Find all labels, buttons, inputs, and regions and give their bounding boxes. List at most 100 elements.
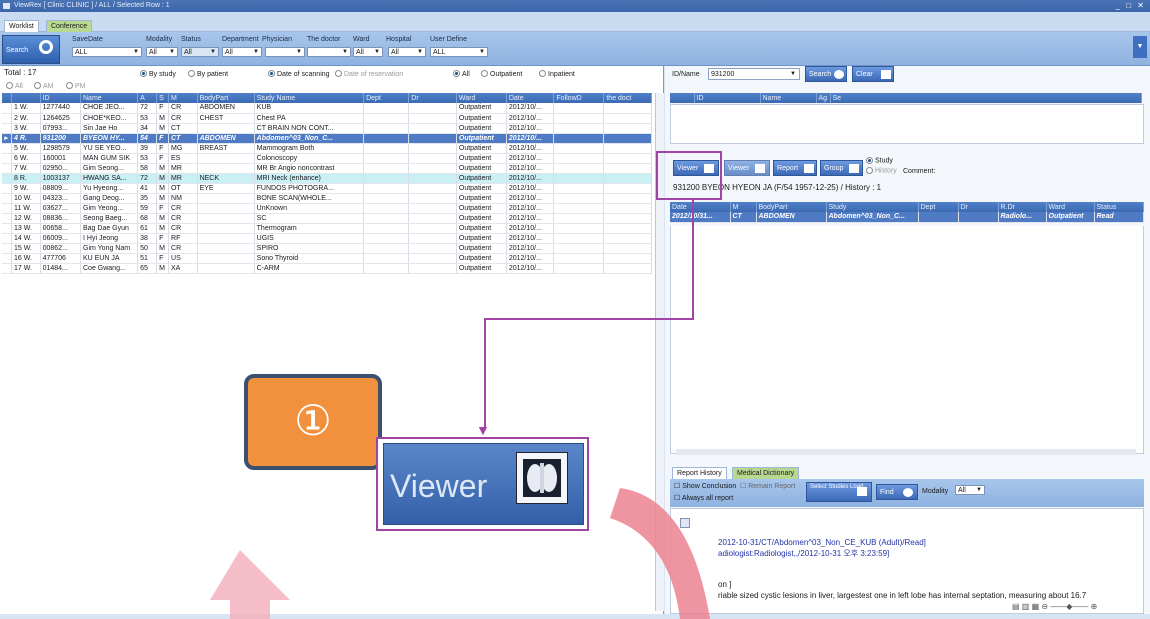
study-option[interactable]: Study bbox=[866, 157, 893, 164]
table-row[interactable]: 13 W. 00658... Bag Dae Gyun 61 M CR Thermogram… bbox=[2, 223, 652, 234]
table-row[interactable]: 11 W. 03627... Gim Yeong... 59 F CR UnKnown Out… bbox=[2, 203, 652, 214]
hospital-select[interactable]: All ▼ bbox=[388, 47, 426, 57]
by-patient-option[interactable]: By patient bbox=[188, 69, 228, 78]
history-column-header[interactable]: Status bbox=[1094, 202, 1144, 212]
modality-select[interactable]: All ▼ bbox=[146, 47, 178, 57]
table-row[interactable]: 14 W. 06009... I Hyi Jeong 38 F RF UGIS Outpati… bbox=[2, 233, 652, 244]
table-row[interactable]: 6 W. 160001 MAN GUM SIK 53 F ES Colonoscopy Out… bbox=[2, 153, 652, 164]
history-column-header[interactable]: Study bbox=[826, 202, 919, 212]
worklist-column-header[interactable]: S bbox=[156, 93, 170, 103]
tab-strip: Worklist Conference bbox=[0, 12, 1150, 32]
table-row[interactable]: 12 W. 08836... Seong Baeg... 68 M CR SC Outpati… bbox=[2, 213, 652, 224]
worklist-column-header[interactable]: Study Name bbox=[254, 93, 365, 103]
remain-report-option[interactable]: ☐ Remain Report bbox=[740, 482, 795, 490]
table-cell: ABDOMEN bbox=[197, 133, 255, 144]
worklist-column-header[interactable]: ID bbox=[40, 93, 82, 103]
group-button[interactable]: Group bbox=[820, 160, 863, 176]
worklist-column-header[interactable]: the doct bbox=[603, 93, 652, 103]
report-line-2: adiologist:Radiologist,,/2012-10-31 오후 3… bbox=[718, 549, 890, 558]
table-row[interactable]: 5 W. 1298579 YU SE YEO... 39 F MG BREAST Mammog… bbox=[2, 143, 652, 154]
table-row[interactable]: 8 R. 1003137 HWANG SA... 72 M MR NECK MRI Neck … bbox=[2, 173, 652, 184]
history-column-header[interactable]: Date bbox=[670, 202, 731, 212]
window-controls[interactable]: _ □ ✕ bbox=[1116, 0, 1146, 12]
patient-search-column-header[interactable]: Ag bbox=[816, 93, 831, 103]
collapse-toggle[interactable]: ▼ bbox=[1133, 36, 1147, 58]
date-scanning-option[interactable]: Date of scanning bbox=[268, 69, 330, 78]
viewer2-button[interactable]: Viewer bbox=[724, 160, 770, 176]
table-cell: Outpatient bbox=[456, 133, 507, 144]
find-button[interactable]: Find bbox=[876, 484, 918, 500]
table-cell bbox=[408, 243, 457, 254]
outpatient-option[interactable]: Outpatient bbox=[481, 69, 522, 78]
search-icon bbox=[834, 70, 844, 79]
table-cell bbox=[197, 243, 255, 254]
search-button-right[interactable]: Search bbox=[805, 66, 847, 82]
worklist-column-header[interactable]: FollowD bbox=[553, 93, 605, 103]
table-row[interactable]: ▸ 4 R. 931200 BYEON HY... 54 F CT ABDOMEN Abdome… bbox=[2, 133, 652, 144]
table-row[interactable]: 17 W. 01484... Coe Gwang... 65 M XA C-ARM Outpa… bbox=[2, 263, 652, 274]
worklist-column-header[interactable] bbox=[11, 93, 41, 103]
table-row[interactable]: 15 W. 00862... Gim Yong Nam 50 M CR SPIRO Outpa… bbox=[2, 243, 652, 254]
chevron-down-icon: ▼ bbox=[210, 49, 216, 55]
table-row[interactable]: 3 W. 07993... Sin Jae Ho 34 M CT CT BRAIN NON … bbox=[2, 123, 652, 134]
userdefine-select[interactable]: ALL ▼ bbox=[430, 47, 488, 57]
table-cell: M bbox=[156, 193, 170, 204]
department-select[interactable]: All ▼ bbox=[222, 47, 262, 57]
worklist-column-header[interactable]: BodyPart bbox=[197, 93, 255, 103]
table-row[interactable]: 1 W. 1277440 CHOE JEO... 72 F CR ABDOMEN KUB Out… bbox=[2, 103, 652, 114]
table-cell: Gang Deog... bbox=[80, 193, 139, 204]
worklist-column-header[interactable]: Dr bbox=[408, 93, 457, 103]
by-study-option[interactable]: By study bbox=[140, 69, 176, 78]
tab-worklist[interactable]: Worklist bbox=[4, 20, 39, 32]
history-option[interactable]: History bbox=[866, 167, 897, 174]
date-reservation-option[interactable]: Date of reservation bbox=[335, 69, 403, 78]
patient-search-column-header[interactable]: Se bbox=[830, 93, 1142, 103]
ampm-all-option[interactable]: All bbox=[6, 81, 23, 90]
pm-option[interactable]: PM bbox=[66, 81, 86, 90]
table-row[interactable]: 2012/10/31...CTABDOMENAbdomen^03_Non_C..… bbox=[670, 212, 1144, 223]
patient-search-column-header[interactable] bbox=[670, 93, 695, 103]
select-studies-button[interactable]: Select Studies Load bbox=[806, 482, 872, 502]
table-cell: 477706 bbox=[40, 253, 82, 264]
tab-conference[interactable]: Conference bbox=[46, 20, 93, 32]
total-count: Total : 17 bbox=[4, 68, 37, 77]
table-row[interactable]: 16 W. 477706 KU EUN JA 51 F US Sono Thyroid Out… bbox=[2, 253, 652, 264]
all-ward-option[interactable]: All bbox=[453, 69, 470, 78]
history-column-header[interactable]: Ward bbox=[1046, 202, 1095, 212]
modality-report-label: Modality bbox=[922, 488, 949, 495]
history-column-header[interactable]: BodyPart bbox=[756, 202, 827, 212]
history-hscrollbar[interactable] bbox=[676, 449, 1136, 455]
window-title: ViewRex [ Clinic CLINIC ] / ALL / Select… bbox=[14, 2, 170, 9]
tab-medical-dictionary[interactable]: Medical Dictionary bbox=[732, 467, 800, 479]
history-column-header[interactable]: Dept bbox=[918, 202, 959, 212]
worklist-column-header[interactable]: Ward bbox=[456, 93, 507, 103]
worklist-column-header[interactable]: Name bbox=[80, 93, 139, 103]
table-row[interactable]: 7 W. 02950... Gim Seong... 58 M MR MR Br Angio… bbox=[2, 163, 652, 174]
history-column-header[interactable]: M bbox=[730, 202, 757, 212]
status-select[interactable]: All ▼ bbox=[181, 47, 219, 57]
worklist-column-header[interactable]: Dept bbox=[363, 93, 410, 103]
worklist-column-header[interactable]: Date bbox=[506, 93, 555, 103]
patient-search-column-header[interactable]: ID bbox=[694, 93, 761, 103]
am-option[interactable]: AM bbox=[34, 81, 54, 90]
doctor-select[interactable]: ▼ bbox=[307, 47, 351, 57]
worklist-column-header[interactable]: M bbox=[168, 93, 198, 103]
search-button[interactable]: Search bbox=[2, 35, 60, 64]
history-column-header[interactable]: Dr bbox=[958, 202, 999, 212]
idname-input[interactable]: 931200 ▼ bbox=[708, 68, 800, 80]
patient-search-column-header[interactable]: Name bbox=[760, 93, 817, 103]
worklist-column-header[interactable]: A bbox=[137, 93, 158, 103]
table-row[interactable]: 2 W. 1264625 CHOE*KEO... 53 M CR CHEST Chest PA… bbox=[2, 113, 652, 124]
inpatient-option[interactable]: Inpatient bbox=[539, 69, 575, 78]
history-column-header[interactable]: R.Dr bbox=[998, 202, 1047, 212]
table-row[interactable]: 10 W. 04323... Gang Deog... 35 M NM BONE SCAN(… bbox=[2, 193, 652, 204]
clear-button[interactable]: Clear bbox=[852, 66, 894, 82]
worklist-column-header[interactable] bbox=[2, 93, 12, 103]
savedate-select[interactable]: ALL ▼ bbox=[72, 47, 142, 57]
table-row[interactable]: 9 W. 08809... Yu Hyeong... 41 M OT EYE FUNDOS P… bbox=[2, 183, 652, 194]
zoom-controls[interactable]: ▤ ▥ ▦ ⊖ ——◆—— ⊕ bbox=[1012, 602, 1142, 612]
report-button[interactable]: Report bbox=[773, 160, 817, 176]
ward-select[interactable]: All ▼ bbox=[353, 47, 383, 57]
physician-select[interactable]: ▼ bbox=[265, 47, 305, 57]
modality-report-select[interactable]: All ▼ bbox=[955, 485, 985, 495]
